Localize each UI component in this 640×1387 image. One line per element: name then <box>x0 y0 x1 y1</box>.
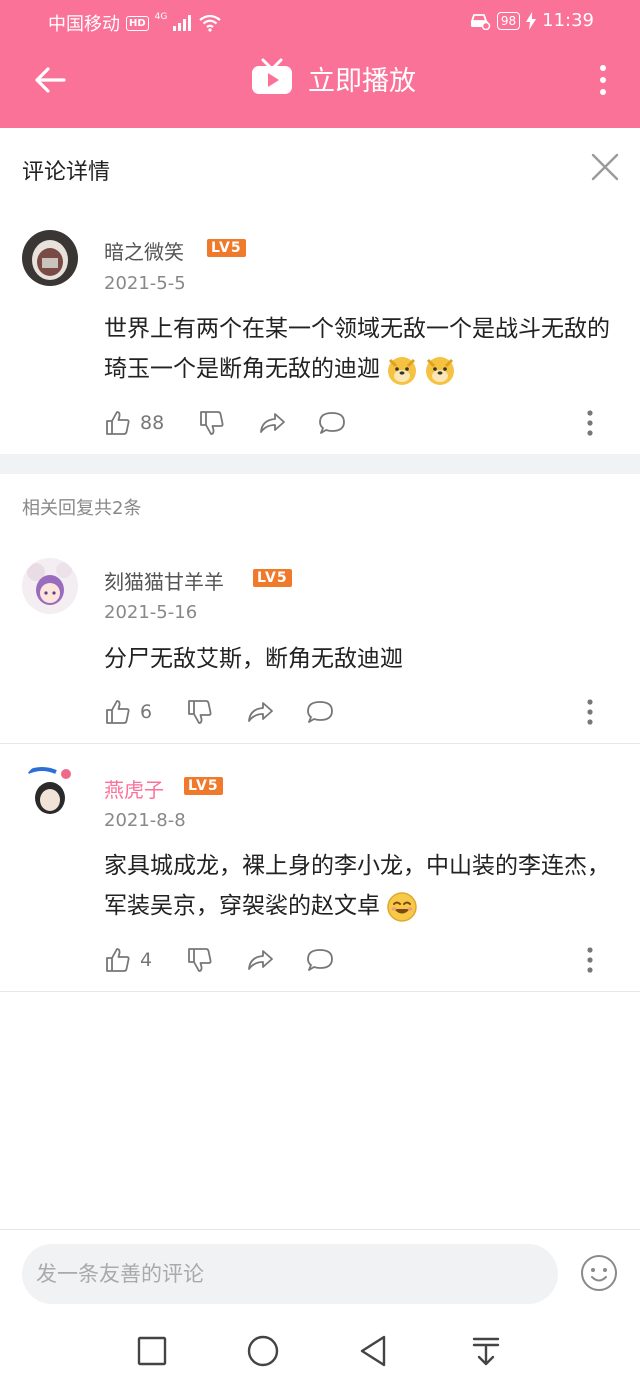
avatar[interactable] <box>22 558 78 614</box>
level-badge: LV5 <box>184 777 223 795</box>
back-triangle-icon[interactable] <box>356 1333 392 1369</box>
comment-date: 2021-5-16 <box>104 602 198 623</box>
comment-bubble-icon <box>307 949 333 971</box>
share-icon <box>260 413 285 433</box>
back-arrow-icon[interactable] <box>28 58 72 102</box>
like-count: 88 <box>140 412 165 434</box>
comment-more-icon[interactable] <box>586 946 594 974</box>
dislike-button[interactable] <box>198 407 226 439</box>
car-mode-icon <box>470 13 491 30</box>
reply-button[interactable] <box>306 944 334 976</box>
comment-more-icon[interactable] <box>586 409 594 437</box>
section-divider <box>0 454 640 474</box>
divider <box>0 991 640 992</box>
wifi-icon <box>199 14 222 32</box>
status-left: 中国移动 HD 4G <box>48 10 222 36</box>
comment-input[interactable] <box>22 1244 558 1304</box>
reply-item: 燕虎子 LV5 2021-8-8 家具城成龙，裸上身的李小龙，中山装的李连杰，军… <box>0 744 640 991</box>
tv-icon <box>252 58 292 94</box>
comment-text: 分尸无敌艾斯，断角无敌迪迦 <box>104 639 620 679</box>
emoji-picker-icon[interactable] <box>580 1254 618 1292</box>
comment-text-content: 世界上有两个在某一个领域无敌一个是战斗无敌的琦玉一个是断角无敌的迪迦 <box>104 316 610 382</box>
comment-more-icon[interactable] <box>586 698 594 726</box>
avatar-image <box>22 762 78 818</box>
reply-button[interactable] <box>306 696 334 728</box>
username[interactable]: 刻猫猫甘羊羊 <box>104 566 224 595</box>
charging-icon <box>526 11 537 30</box>
share-icon <box>248 950 273 970</box>
signal-icon <box>173 15 192 31</box>
comment-input-bar <box>0 1229 640 1319</box>
username[interactable]: 燕虎子 <box>104 774 164 803</box>
share-button[interactable] <box>258 407 286 439</box>
home-icon[interactable] <box>245 1333 281 1369</box>
avatar[interactable] <box>22 230 78 286</box>
avatar[interactable] <box>22 762 78 818</box>
avatar-image <box>22 230 78 286</box>
status-right: 98 11:39 <box>469 10 594 31</box>
avatar-image <box>22 558 78 614</box>
like-count: 4 <box>140 949 153 971</box>
dislike-button[interactable] <box>186 944 214 976</box>
comment-text-content: 分尸无敌艾斯，断角无敌迪迦 <box>104 646 403 672</box>
thumbs-up-icon <box>106 948 130 972</box>
thumbs-up-icon <box>106 700 130 724</box>
app-header: 立即播放 <box>0 44 640 128</box>
status-bar: 中国移动 HD 4G 98 11:39 <box>0 0 640 44</box>
comment-date: 2021-5-5 <box>104 273 186 294</box>
thumbs-down-icon <box>188 948 212 972</box>
system-nav-bar <box>0 1319 640 1387</box>
network-type: 4G <box>154 12 168 22</box>
play-now-button[interactable]: 立即播放 <box>250 58 416 98</box>
comment-actions: 4 <box>104 944 624 976</box>
more-options-icon[interactable] <box>588 58 618 102</box>
level-badge: LV5 <box>253 569 292 587</box>
reply-item: 刻猫猫甘羊羊 LV5 2021-5-16 分尸无敌艾斯，断角无敌迪迦 6 <box>0 540 640 743</box>
comment-bubble-icon <box>307 701 333 723</box>
share-button[interactable] <box>246 696 274 728</box>
like-button[interactable]: 88 <box>104 407 164 439</box>
comment-date: 2021-8-8 <box>104 810 186 831</box>
comment-text-content: 家具城成龙，裸上身的李小龙，中山装的李连杰，军装吴京，穿袈裟的赵文卓 <box>104 853 610 919</box>
panel-title: 评论详情 <box>22 160 111 185</box>
thumbs-down-icon <box>188 700 212 724</box>
thumbs-up-icon <box>106 411 130 435</box>
battery-level: 98 <box>496 11 521 30</box>
share-button[interactable] <box>246 944 274 976</box>
doge-emoji-icon <box>388 356 416 385</box>
header-title: 立即播放 <box>308 65 416 97</box>
like-button[interactable]: 6 <box>104 696 152 728</box>
comment-text: 家具城成龙，裸上身的李小龙，中山装的李连杰，军装吴京，穿袈裟的赵文卓 <box>104 846 620 926</box>
comment-actions: 6 <box>104 696 624 728</box>
close-icon[interactable] <box>590 152 620 182</box>
dislike-button[interactable] <box>186 696 214 728</box>
username[interactable]: 暗之微笑 <box>104 236 184 265</box>
share-icon <box>248 702 273 722</box>
smile-emoji-icon <box>387 891 417 922</box>
clock: 11:39 <box>542 10 594 31</box>
like-count: 6 <box>140 701 153 723</box>
like-button[interactable]: 4 <box>104 944 152 976</box>
level-badge: LV5 <box>207 239 246 257</box>
notification-dropdown-icon[interactable] <box>468 1333 504 1369</box>
comment-detail-header: 评论详情 <box>0 128 640 208</box>
hd-badge: HD <box>126 15 149 31</box>
carrier-name: 中国移动 <box>48 14 120 35</box>
replies-count: 相关回复共2条 <box>22 498 142 519</box>
comment-bubble-icon <box>319 412 345 434</box>
comment-actions: 88 <box>104 407 624 439</box>
comment-text: 世界上有两个在某一个领域无敌一个是战斗无敌的琦玉一个是断角无敌的迪迦 <box>104 309 620 389</box>
doge-emoji-icon <box>426 356 454 385</box>
thumbs-down-icon <box>200 411 224 435</box>
recent-apps-icon[interactable] <box>134 1333 170 1369</box>
main-comment: 暗之微笑 LV5 2021-5-5 世界上有两个在某一个领域无敌一个是战斗无敌的… <box>0 208 640 454</box>
reply-button[interactable] <box>318 407 346 439</box>
